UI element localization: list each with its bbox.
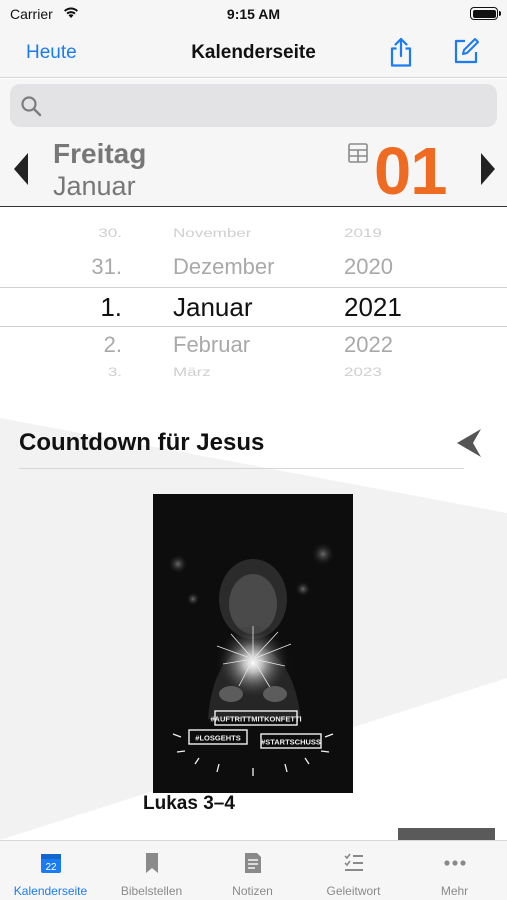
picker-year: 2023 xyxy=(344,365,382,379)
table-grid-icon[interactable] xyxy=(347,142,369,164)
picker-day: 30. xyxy=(98,226,122,240)
scroll-indicator xyxy=(398,828,495,840)
heading-divider xyxy=(19,468,464,469)
picker-year: 2019 xyxy=(344,226,382,240)
search-field[interactable] xyxy=(10,84,497,127)
photo-tag: #STARTSCHUSS xyxy=(261,738,321,747)
date-picker[interactable]: 30. November 2019 31. Dezember 2020 1. J… xyxy=(0,208,507,388)
picker-month: März xyxy=(173,365,211,379)
tab-label: Geleitwort xyxy=(326,884,381,898)
notes-icon xyxy=(244,853,261,873)
search-container xyxy=(0,79,507,133)
picker-year: 2022 xyxy=(344,332,393,357)
previous-day-arrow-icon[interactable] xyxy=(12,151,30,187)
tab-bibelstellen[interactable]: Bibelstellen xyxy=(101,841,202,900)
picker-month: Dezember xyxy=(173,254,275,279)
battery-icon xyxy=(470,7,501,20)
tab-bar: 22 Kalenderseite Bibelstellen Notizen Ge… xyxy=(0,840,507,900)
tab-geleitwort[interactable]: Geleitwort xyxy=(303,841,404,900)
bookmark-icon xyxy=(145,853,158,873)
day-number: 01 xyxy=(374,134,448,209)
navigation-bar: Heute Kalenderseite xyxy=(0,28,507,78)
checklist-icon xyxy=(343,853,363,871)
picker-year: 2020 xyxy=(344,254,393,279)
page-photo: #AUFTRITTMITKONFETTI #LOSGEHTS #STARTSCH… xyxy=(153,494,353,793)
picker-day: 1. xyxy=(100,292,122,322)
tab-label: Kalenderseite xyxy=(13,884,88,898)
calendar-page-content[interactable]: Countdown für Jesus #AUFTRITTMITKONFETTI… xyxy=(0,388,507,840)
tab-label: Notizen xyxy=(232,884,273,898)
search-icon xyxy=(21,96,42,117)
picker-day: 31. xyxy=(91,254,122,279)
status-bar: Carrier 9:15 AM xyxy=(0,0,507,28)
tab-label: Bibelstellen xyxy=(120,884,183,898)
photo-tag: #LOSGEHTS xyxy=(195,734,240,743)
picker-month: Januar xyxy=(173,292,253,322)
next-day-arrow-icon[interactable] xyxy=(479,151,497,187)
month-label: Januar xyxy=(53,171,136,201)
calendar-icon: 22 xyxy=(40,854,61,873)
picker-month: Februar xyxy=(173,332,251,357)
tab-kalenderseite[interactable]: 22 Kalenderseite xyxy=(0,841,101,900)
page-title: Kalenderseite xyxy=(191,42,316,63)
page-heading: Countdown für Jesus xyxy=(19,429,265,456)
photo-tag: #AUFTRITTMITKONFETTI xyxy=(210,715,301,724)
picker-month: November xyxy=(173,226,252,240)
navigation-arrow-icon[interactable] xyxy=(455,428,483,458)
compose-icon[interactable] xyxy=(452,37,480,65)
more-icon xyxy=(443,860,466,866)
tab-mehr[interactable]: Mehr xyxy=(404,841,505,900)
clock: 9:15 AM xyxy=(226,6,281,22)
date-header: Freitag Januar 01 xyxy=(0,133,507,209)
picker-year: 2021 xyxy=(344,292,402,322)
calendar-badge: 22 xyxy=(45,862,57,873)
weekday-label: Freitag xyxy=(53,138,147,169)
picker-selection-band xyxy=(0,287,507,327)
bible-reference[interactable]: Lukas 3–4 xyxy=(143,793,235,815)
tab-notizen[interactable]: Notizen xyxy=(202,841,303,900)
picker-day: 3. xyxy=(107,365,122,379)
picker-day: 2. xyxy=(103,332,122,357)
tab-label: Mehr xyxy=(440,884,469,898)
search-input[interactable] xyxy=(50,84,490,127)
share-icon[interactable] xyxy=(387,36,415,68)
photo-illustration: #AUFTRITTMITKONFETTI #LOSGEHTS #STARTSCH… xyxy=(153,494,353,793)
